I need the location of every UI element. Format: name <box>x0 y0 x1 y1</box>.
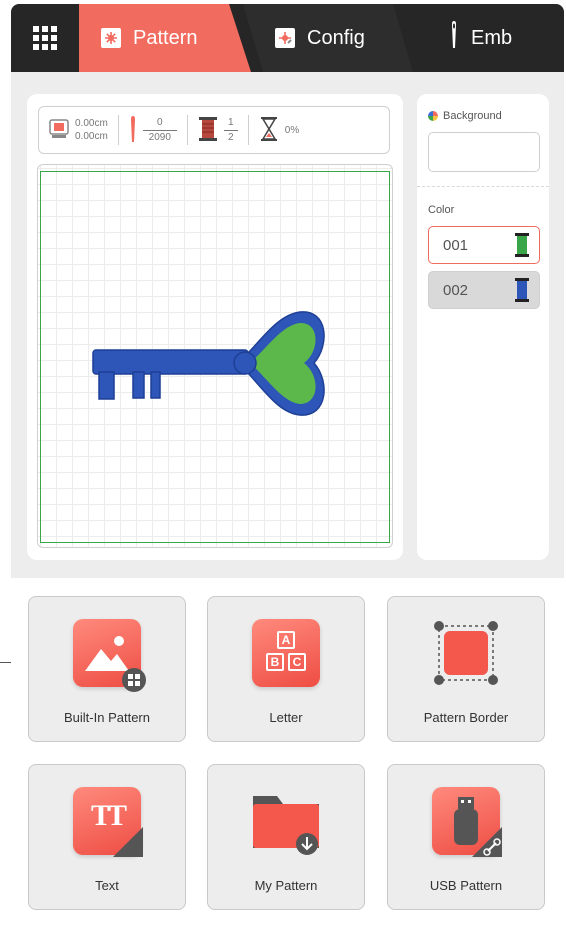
tab-emb-label: Emb <box>471 26 513 49</box>
builtin-pattern-label: Built-In Pattern <box>64 710 150 725</box>
tab-emb[interactable]: Emb <box>401 4 564 72</box>
size-width: 0.00cm <box>75 118 108 129</box>
pattern-icon <box>101 28 121 48</box>
letter-c: C <box>288 653 306 671</box>
letter-label: Letter <box>269 710 303 725</box>
progress-readout: 0% <box>247 115 309 145</box>
progress-percent: 0% <box>284 124 300 136</box>
usb-pattern-label: USB Pattern <box>429 878 503 893</box>
background-label-text: Background <box>443 110 502 122</box>
embroidery-hoop-canvas[interactable] <box>37 164 393 548</box>
text-label: Text <box>95 878 119 893</box>
color-label: Color <box>428 204 455 216</box>
letter-blocks-icon: A B C <box>252 619 320 687</box>
status-bar: 0.00cm 0.00cm 0 2090 1 2 0% <box>38 106 390 154</box>
app-window: Pattern Config Emb 0.00cm 0.00cm 0 2090 … <box>11 4 564 924</box>
usb-pattern-button[interactable]: USB Pattern <box>387 764 545 910</box>
my-pattern-button[interactable]: My Pattern <box>207 764 365 910</box>
color-chip-002[interactable]: 002 <box>428 271 540 309</box>
stitch-total: 2090 <box>148 131 171 143</box>
color-code: 002 <box>443 281 469 299</box>
canvas-panel: 0.00cm 0.00cm 0 2090 1 2 0% <box>27 94 403 560</box>
letter-a: A <box>277 631 295 649</box>
top-tab-bar: Pattern Config Emb <box>11 4 564 72</box>
thread-spool-icon <box>198 116 218 145</box>
divider <box>417 186 549 187</box>
needle-icon <box>449 20 459 56</box>
letter-b: B <box>266 653 284 671</box>
text-icon: TT <box>73 787 143 857</box>
color-total: 2 <box>228 131 234 143</box>
letter-button[interactable]: A B C Letter <box>207 596 365 742</box>
folder-download-icon <box>253 796 319 855</box>
hourglass-icon <box>259 116 279 145</box>
hoop-size-icon <box>49 118 69 142</box>
color-chip-001[interactable]: 001 <box>428 226 540 264</box>
border-frame-icon <box>434 621 498 685</box>
builtin-pattern-button[interactable]: Built-In Pattern <box>28 596 186 742</box>
stitch-readout: 0 2090 <box>117 115 187 146</box>
background-label: Background <box>428 110 502 122</box>
size-height: 0.00cm <box>75 131 108 142</box>
tab-config[interactable]: Config <box>243 4 413 72</box>
my-pattern-label: My Pattern <box>254 878 318 893</box>
function-tiles-panel: Built-In Pattern A B C Letter Pattern Bo… <box>11 578 564 924</box>
thread-spool-icon <box>515 233 529 257</box>
size-readout: 0.00cm 0.00cm <box>39 107 118 153</box>
pattern-border-label: Pattern Border <box>423 710 509 725</box>
color-readout: 1 2 <box>186 115 248 145</box>
stitch-current: 0 <box>157 116 163 128</box>
link-badge-icon <box>472 827 502 857</box>
apps-menu-button[interactable] <box>11 4 79 72</box>
corner-fold-icon <box>113 827 143 857</box>
windows-badge-icon <box>122 668 146 692</box>
grid-icon <box>33 26 57 50</box>
key-design[interactable] <box>38 165 394 549</box>
palette-icon <box>428 111 438 121</box>
side-panel: Background Color 001 002 <box>417 94 549 560</box>
color-current: 1 <box>228 116 234 128</box>
tab-pattern[interactable]: Pattern <box>79 4 251 72</box>
tab-config-label: Config <box>307 26 365 49</box>
needle-icon <box>129 115 137 146</box>
thread-spool-icon <box>515 278 529 302</box>
color-code: 001 <box>443 236 469 254</box>
image-icon <box>73 619 146 692</box>
config-icon <box>275 28 295 48</box>
usb-drive-icon <box>432 787 502 857</box>
background-color-field[interactable] <box>428 132 540 172</box>
pattern-border-button[interactable]: Pattern Border <box>387 596 545 742</box>
tab-pattern-label: Pattern <box>133 26 198 49</box>
text-button[interactable]: TT Text <box>28 764 186 910</box>
